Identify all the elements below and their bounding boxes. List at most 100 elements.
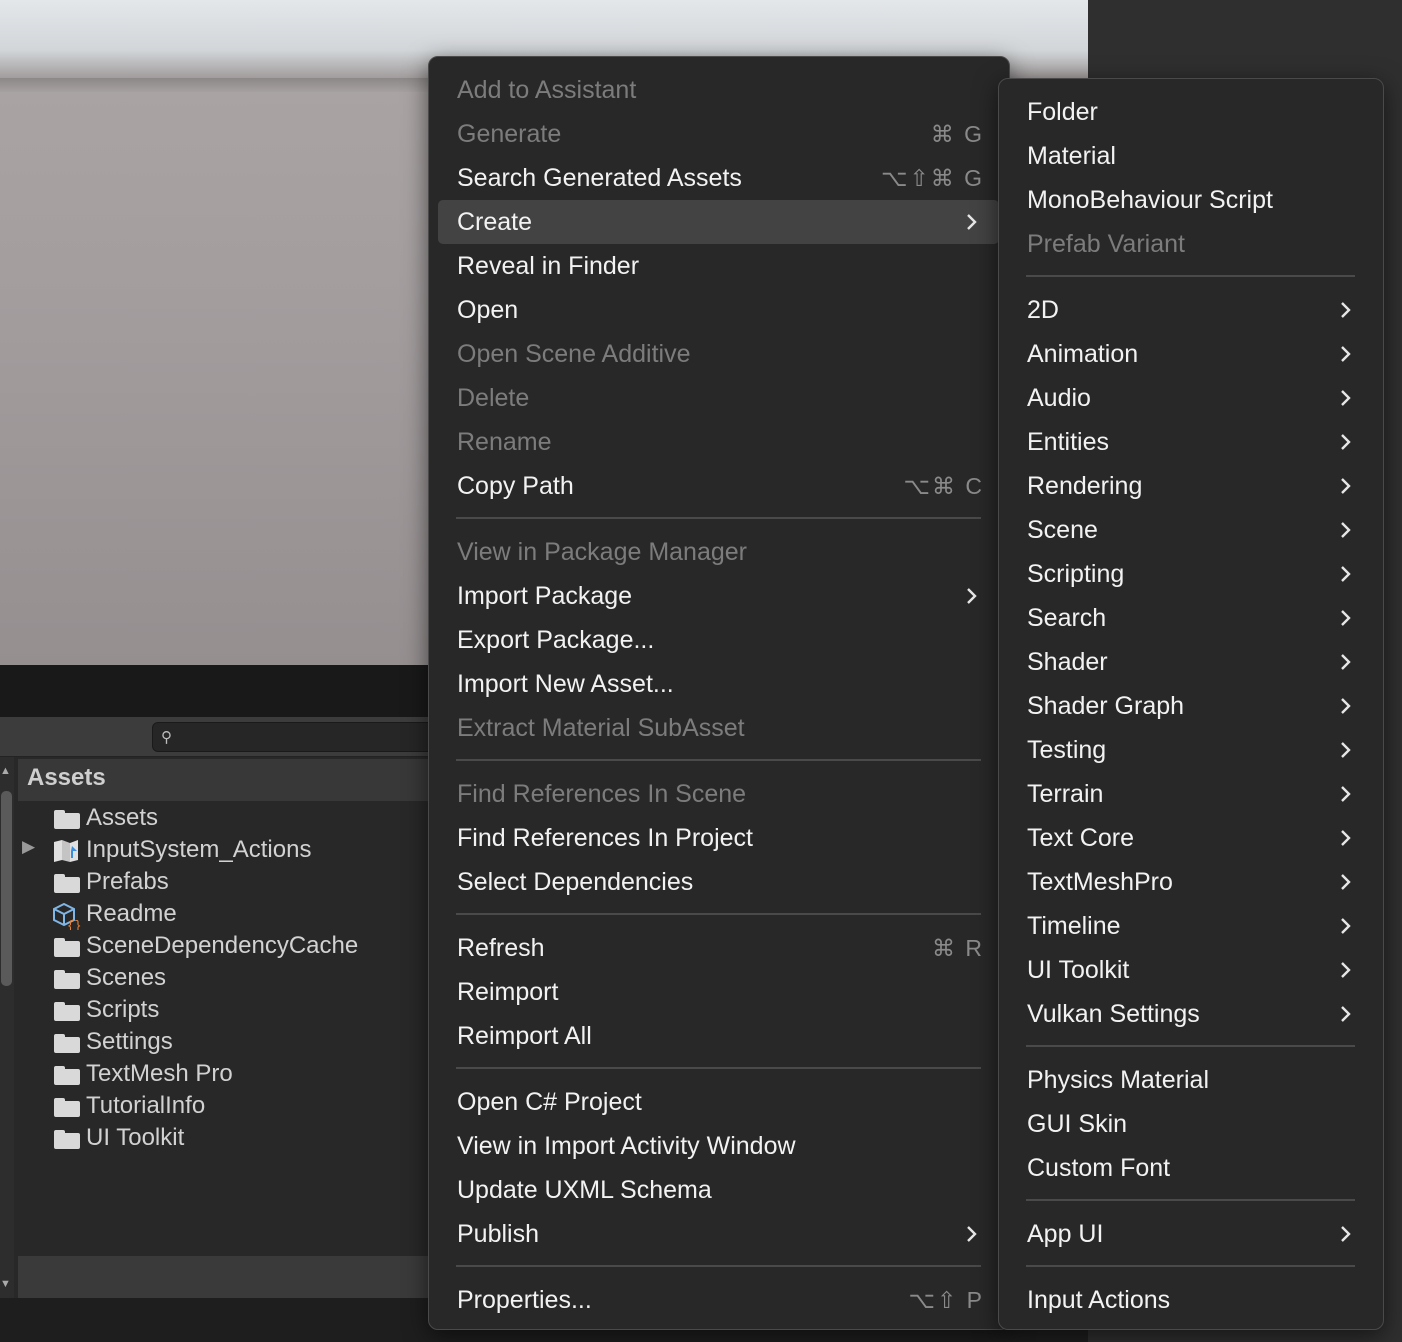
shortcut-label: ⌘ G	[930, 121, 984, 147]
menu-separator	[1026, 1265, 1355, 1267]
submenu-item-search[interactable]: Search	[1008, 596, 1373, 640]
chevron-right-icon	[1341, 1006, 1351, 1022]
submenu-item-monobehaviour-script[interactable]: MonoBehaviour Script	[1008, 178, 1373, 222]
project-toolbar: ⚲	[0, 717, 452, 757]
menu-item-refresh[interactable]: Refresh ⌘ R	[438, 926, 999, 970]
menu-item-reveal-in-finder[interactable]: Reveal in Finder	[438, 244, 999, 288]
list-item[interactable]: Scripts	[18, 994, 428, 1026]
submenu-item-rendering[interactable]: Rendering	[1008, 464, 1373, 508]
menu-item-search-generated-assets[interactable]: Search Generated Assets ⌥⇧⌘ G	[438, 156, 999, 200]
list-item[interactable]: Assets	[18, 802, 428, 834]
search-input[interactable]	[183, 726, 443, 748]
menu-item-select-dependencies[interactable]: Select Dependencies	[438, 860, 999, 904]
submenu-item-timeline[interactable]: Timeline	[1008, 904, 1373, 948]
menu-item-publish[interactable]: Publish	[438, 1212, 999, 1256]
foldout-arrow-icon[interactable]: ▶	[22, 837, 35, 857]
menu-item-delete[interactable]: Delete	[438, 376, 999, 420]
project-footer	[18, 1256, 440, 1298]
chevron-right-icon	[1341, 566, 1351, 582]
menu-item-add-to-assistant[interactable]: Add to Assistant	[438, 68, 999, 112]
submenu-item-scripting[interactable]: Scripting	[1008, 552, 1373, 596]
menu-item-copy-path[interactable]: Copy Path ⌥⌘ C	[438, 464, 999, 508]
search-field[interactable]: ⚲	[152, 722, 452, 752]
search-icon: ⚲	[161, 729, 172, 746]
list-item[interactable]: TutorialInfo	[18, 1090, 428, 1122]
menu-item-import-package[interactable]: Import Package	[438, 574, 999, 618]
submenu-item-material[interactable]: Material	[1008, 134, 1373, 178]
submenu-item-audio[interactable]: Audio	[1008, 376, 1373, 420]
list-item[interactable]: TextMesh Pro	[18, 1058, 428, 1090]
menu-separator	[456, 1265, 981, 1267]
menu-item-find-references-in-project[interactable]: Find References In Project	[438, 816, 999, 860]
list-item[interactable]: Prefabs	[18, 866, 428, 898]
menu-item-import-new-asset[interactable]: Import New Asset...	[438, 662, 999, 706]
menu-item-generate[interactable]: Generate ⌘ G	[438, 112, 999, 156]
list-item[interactable]: ▶ InputSystem_Actions	[18, 834, 428, 866]
chevron-right-icon	[1341, 918, 1351, 934]
scrollbar[interactable]: ▲ ▼	[0, 757, 14, 1298]
submenu-item-physics-material[interactable]: Physics Material	[1008, 1058, 1373, 1102]
submenu-item-terrain[interactable]: Terrain	[1008, 772, 1373, 816]
submenu-item-folder[interactable]: Folder	[1008, 90, 1373, 134]
submenu-item-text-core[interactable]: Text Core	[1008, 816, 1373, 860]
folder-icon	[54, 874, 80, 893]
project-window: ⚲ ▲ ▼ Assets Assets ▶ InputSystem_Action…	[0, 717, 452, 1298]
scroll-down-icon[interactable]: ▼	[0, 1278, 11, 1290]
menu-item-create[interactable]: Create	[438, 200, 999, 244]
chevron-right-icon	[1341, 742, 1351, 758]
submenu-item-shader-graph[interactable]: Shader Graph	[1008, 684, 1373, 728]
submenu-item-2d[interactable]: 2D	[1008, 288, 1373, 332]
submenu-item-entities[interactable]: Entities	[1008, 420, 1373, 464]
folder-icon	[54, 1002, 80, 1021]
menu-item-reimport-all[interactable]: Reimport All	[438, 1014, 999, 1058]
submenu-item-custom-font[interactable]: Custom Font	[1008, 1146, 1373, 1190]
menu-separator	[456, 1067, 981, 1069]
folder-icon	[54, 938, 80, 957]
list-item[interactable]: {} Readme	[18, 898, 428, 930]
create-submenu: Folder Material MonoBehaviour Script Pre…	[998, 78, 1384, 1330]
chevron-right-icon	[1341, 874, 1351, 890]
menu-item-open-scene-additive[interactable]: Open Scene Additive	[438, 332, 999, 376]
submenu-item-app-ui[interactable]: App UI	[1008, 1212, 1373, 1256]
list-item[interactable]: UI Toolkit	[18, 1122, 428, 1154]
submenu-item-vulkan-settings[interactable]: Vulkan Settings	[1008, 992, 1373, 1036]
folder-icon	[54, 1066, 80, 1085]
scroll-up-icon[interactable]: ▲	[0, 765, 11, 777]
shortcut-label: ⌥⇧ P	[908, 1287, 984, 1313]
menu-item-extract-material-subasset[interactable]: Extract Material SubAsset	[438, 706, 999, 750]
menu-item-rename[interactable]: Rename	[438, 420, 999, 464]
shortcut-label: ⌘ R	[932, 935, 984, 961]
submenu-item-gui-skin[interactable]: GUI Skin	[1008, 1102, 1373, 1146]
chevron-right-icon	[967, 214, 977, 230]
shortcut-label: ⌥⇧⌘ G	[880, 165, 984, 191]
submenu-item-scene[interactable]: Scene	[1008, 508, 1373, 552]
menu-item-view-import-activity[interactable]: View in Import Activity Window	[438, 1124, 999, 1168]
menu-item-find-references-in-scene[interactable]: Find References In Scene	[438, 772, 999, 816]
folder-icon	[54, 1034, 80, 1053]
list-item[interactable]: Scenes	[18, 962, 428, 994]
submenu-item-input-actions[interactable]: Input Actions	[1008, 1278, 1373, 1322]
scrollbar-thumb[interactable]	[1, 791, 12, 986]
chevron-right-icon	[1341, 390, 1351, 406]
submenu-item-prefab-variant[interactable]: Prefab Variant	[1008, 222, 1373, 266]
menu-item-update-uxml-schema[interactable]: Update UXML Schema	[438, 1168, 999, 1212]
list-item[interactable]: SceneDependencyCache	[18, 930, 428, 962]
breadcrumb[interactable]: Assets	[18, 759, 440, 801]
menu-separator	[1026, 1045, 1355, 1047]
submenu-item-testing[interactable]: Testing	[1008, 728, 1373, 772]
chevron-right-icon	[1341, 830, 1351, 846]
menu-item-properties[interactable]: Properties... ⌥⇧ P	[438, 1278, 999, 1322]
svg-text:{}: {}	[67, 919, 81, 930]
submenu-item-shader[interactable]: Shader	[1008, 640, 1373, 684]
menu-item-open-csharp-project[interactable]: Open C# Project	[438, 1080, 999, 1124]
menu-item-view-in-package-manager[interactable]: View in Package Manager	[438, 530, 999, 574]
submenu-item-ui-toolkit[interactable]: UI Toolkit	[1008, 948, 1373, 992]
menu-item-export-package[interactable]: Export Package...	[438, 618, 999, 662]
submenu-item-animation[interactable]: Animation	[1008, 332, 1373, 376]
menu-item-open[interactable]: Open	[438, 288, 999, 332]
list-item[interactable]: Settings	[18, 1026, 428, 1058]
menu-separator	[456, 759, 981, 761]
menu-item-reimport[interactable]: Reimport	[438, 970, 999, 1014]
chevron-right-icon	[1341, 654, 1351, 670]
submenu-item-textmeshpro[interactable]: TextMeshPro	[1008, 860, 1373, 904]
